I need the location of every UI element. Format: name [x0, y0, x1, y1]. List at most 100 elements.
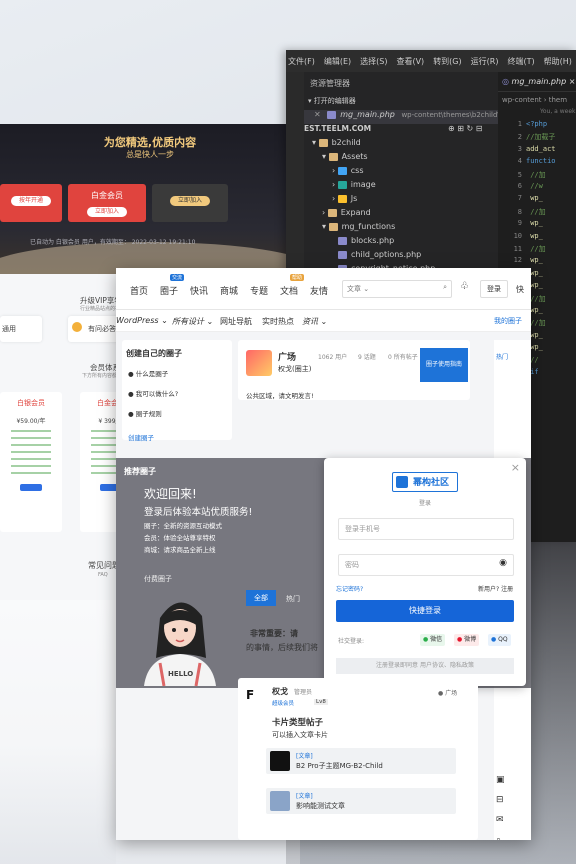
vip-card-button[interactable]: 按年开通	[11, 196, 51, 206]
vip-card-diamond[interactable]: 立即加入	[152, 184, 228, 222]
article-card[interactable]: [文章] B2 Pro子主题MG-B2-Child	[266, 748, 456, 774]
code-line[interactable]: 10 wp_	[498, 232, 576, 244]
vip-card-gold[interactable]: 白金会员 立即加入	[68, 184, 146, 222]
register-link[interactable]: 新用户? 注册	[478, 584, 513, 593]
search-input[interactable]: 文章 ⌄ ⌕	[342, 280, 452, 298]
nav-shop[interactable]: 商城	[220, 284, 238, 297]
login-tab[interactable]: 登录	[324, 498, 526, 507]
code-line[interactable]: 5 //加	[498, 170, 576, 182]
subnav-design[interactable]: 所有设计 ⌄	[172, 316, 213, 327]
subnav-hot[interactable]: 实时热点	[262, 316, 294, 327]
circle-guide-button[interactable]: 圈子使用指南	[420, 348, 468, 382]
open-editors-header[interactable]: ▾ 打开的编辑器	[304, 96, 498, 110]
open-editor-item[interactable]: ✕ mg_main.php wp-content\themes\b2child\…	[304, 110, 498, 124]
column-buy-button[interactable]	[20, 484, 42, 491]
logo-text: 幂构社区	[413, 478, 450, 488]
post-snippet[interactable]: 非常重要：请	[250, 628, 298, 639]
tree-folder-mg-functions[interactable]: ▾ mg_functions	[304, 222, 498, 236]
circle-name: 广场	[278, 353, 297, 363]
subnav-sites[interactable]: 网址导航	[220, 316, 252, 327]
author-level: Lv8	[314, 699, 328, 705]
explorer-actions[interactable]: ⊕ ⊞ ↻ ⊟	[448, 124, 498, 138]
sidebar-item[interactable]: ● 圈子规则	[128, 408, 162, 418]
tree-folder-assets[interactable]: ▾ Assets	[304, 152, 498, 166]
nav-circle[interactable]: 圈子	[160, 284, 178, 297]
tree-file-child-options[interactable]: child_options.php	[304, 250, 498, 264]
code-line[interactable]: 8 //加	[498, 207, 576, 219]
right-item[interactable]: 热门	[496, 352, 508, 361]
vip-card-silver[interactable]: 按年开通	[0, 184, 62, 222]
tree-folder-image[interactable]: › image	[304, 180, 498, 194]
code-line[interactable]: 11 //加	[498, 244, 576, 256]
quick-login-button[interactable]: 快捷登录	[336, 600, 514, 622]
floating-toolbar[interactable]: ▣⊟✉⌕◎☺	[496, 770, 505, 840]
code-line[interactable]: 1 <?php	[498, 120, 576, 132]
menu-run[interactable]: 运行(R)	[471, 56, 499, 67]
upgrade-subtitle: 行业精品站点的不	[80, 306, 121, 312]
article-title[interactable]: 影响能测试文章	[296, 801, 345, 811]
tree-folder-js[interactable]: › Js	[304, 194, 498, 208]
menu-file[interactable]: 文件(F)	[288, 56, 315, 67]
subnav-wordpress[interactable]: WordPress ⌄	[116, 316, 168, 325]
article-card[interactable]: [文章] 影响能测试文章	[266, 788, 456, 814]
code-line[interactable]: 6 //w	[498, 182, 576, 194]
nav-topic[interactable]: 专题	[250, 284, 268, 297]
menu-view[interactable]: 查看(V)	[396, 56, 424, 67]
menu-help[interactable]: 帮助(H)	[544, 56, 572, 67]
folder-icon	[327, 208, 337, 217]
menu-select[interactable]: 选择(S)	[360, 56, 387, 67]
tree-folder-css[interactable]: › css	[304, 166, 498, 180]
code-line[interactable]: 2 //加载子	[498, 132, 576, 144]
nav-home[interactable]: 首页	[130, 284, 148, 297]
sidebar-item[interactable]: ● 我可以做什么?	[128, 388, 178, 398]
post-circle[interactable]: ● 广场	[438, 688, 457, 697]
search-icon[interactable]: ⌕	[443, 283, 447, 292]
tree-folder-expand[interactable]: › Expand	[304, 208, 498, 222]
eye-off-icon[interactable]: ◉	[499, 558, 507, 568]
tab-all[interactable]: 全部	[246, 590, 276, 606]
post-snippet-2[interactable]: 的事情，后续我们将	[246, 642, 318, 653]
wechat-login-button[interactable]: ● 微信	[420, 634, 446, 646]
paid-circle-label[interactable]: 付费圈子	[144, 574, 172, 584]
tree-file-blocks[interactable]: blocks.php	[304, 236, 498, 250]
code-line[interactable]: 12 wp_	[498, 256, 576, 268]
editor-breadcrumb[interactable]: wp-content › them	[502, 96, 567, 104]
weibo-login-button[interactable]: ● 微博	[454, 634, 480, 646]
login-button[interactable]: 登录	[480, 280, 508, 298]
tree-folder-b2child[interactable]: ▾ b2child	[304, 138, 498, 152]
menu-goto[interactable]: 转到(G)	[433, 56, 461, 67]
notification-icon[interactable]: ♧	[460, 281, 469, 292]
folder-icon	[337, 166, 347, 175]
my-circles-link[interactable]: 我的圈子	[494, 316, 522, 326]
create-circle-link[interactable]: 创建圈子	[128, 432, 154, 442]
nav-more[interactable]: 快	[516, 284, 524, 295]
user-avatar[interactable]: F	[246, 688, 264, 706]
terms-agreement[interactable]: 注册登录即同意 用户协议、隐私政策	[336, 658, 514, 674]
tab-hot[interactable]: 热门	[286, 594, 300, 604]
menu-edit[interactable]: 编辑(E)	[324, 56, 351, 67]
sidebar-item[interactable]: ● 什么是圈子	[128, 368, 168, 378]
close-icon[interactable]: ✕	[314, 110, 321, 119]
qq-login-button[interactable]: ● QQ	[488, 634, 511, 646]
post-author[interactable]: 权戈	[272, 686, 288, 697]
forgot-password-link[interactable]: 忘记密码?	[336, 584, 363, 593]
nav-friends[interactable]: 友情	[310, 284, 328, 297]
vip-card-button[interactable]: 立即加入	[170, 196, 210, 206]
nav-docs[interactable]: 文档	[280, 284, 298, 297]
vip-card-button[interactable]: 立即加入	[87, 207, 127, 217]
nav-news[interactable]: 快讯	[190, 284, 208, 297]
post-title[interactable]: 卡片类型帖子	[272, 716, 323, 728]
menu-terminal[interactable]: 终端(T)	[507, 56, 534, 67]
phone-input[interactable]: 登录手机号	[338, 518, 514, 540]
article-title[interactable]: B2 Pro子主题MG-B2-Child	[296, 761, 383, 771]
code-line[interactable]: 7 wp_	[498, 194, 576, 206]
circle-avatar	[246, 350, 272, 376]
close-icon[interactable]: ×	[511, 461, 520, 474]
subnav-info[interactable]: 资讯 ⌄	[302, 316, 327, 327]
editor-tab[interactable]: ◎ mg_main.php ×	[498, 72, 576, 92]
code-line[interactable]: 3 add_act	[498, 145, 576, 157]
code-line[interactable]: 9 wp_	[498, 219, 576, 231]
code-line[interactable]: 4 functio	[498, 157, 576, 169]
password-input[interactable]: 密码 ◉	[338, 554, 514, 576]
create-circle-sidebar: 创建自己的圈子 ● 什么是圈子 ● 我可以做什么? ● 圈子规则 创建圈子	[122, 340, 232, 442]
